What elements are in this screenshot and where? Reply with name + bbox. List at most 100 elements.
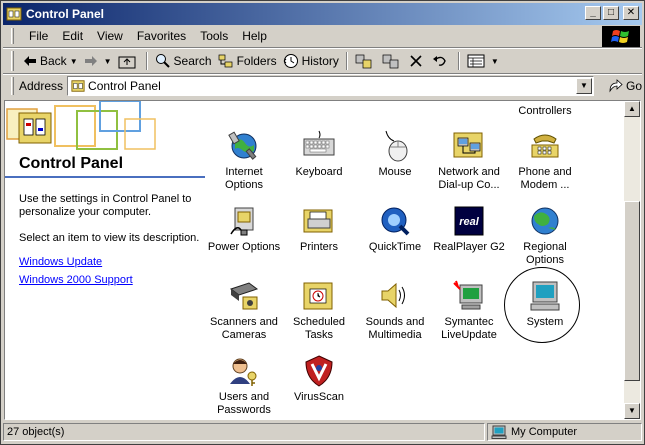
windows-logo: [602, 26, 640, 48]
vertical-scrollbar[interactable]: ▲ ▼: [624, 101, 640, 419]
search-button[interactable]: Search: [152, 50, 215, 72]
zone-panel: My Computer: [487, 423, 642, 441]
page-title: Control Panel: [19, 155, 124, 172]
minimize-button[interactable]: _: [585, 6, 601, 20]
scanners-icon: [229, 282, 259, 310]
cpl-item-scanners[interactable]: Scanners and Cameras: [206, 279, 282, 342]
svg-text:real: real: [459, 216, 480, 228]
title-rule: [5, 176, 205, 178]
item-label: Phone and Modem ...: [518, 166, 572, 191]
search-icon: [155, 54, 170, 68]
hint-text: Select an item to view its description.: [19, 232, 200, 244]
cpl-item-virusscan[interactable]: VirusScan: [281, 354, 357, 404]
cpl-item-regional-options[interactable]: Regional Options: [507, 204, 583, 267]
toolbar-separator: [345, 52, 348, 70]
up-folder-button[interactable]: [115, 50, 142, 72]
item-label: Symantec LiveUpdate: [441, 316, 497, 341]
cpl-item-printers[interactable]: Printers: [281, 204, 357, 254]
views-dropdown-icon[interactable]: ▼: [491, 57, 499, 66]
item-label: Controllers: [518, 105, 572, 117]
item-label: Scheduled Tasks: [293, 316, 345, 341]
views-icon: [467, 54, 485, 68]
menu-favorites[interactable]: Favorites: [130, 29, 193, 43]
item-label: Power Options: [207, 241, 281, 253]
delete-button[interactable]: [406, 50, 429, 72]
cpl-item-quicktime[interactable]: QuickTime: [357, 204, 433, 254]
control-panel-icon: [6, 7, 22, 21]
control-panel-small-icon: [71, 80, 85, 92]
item-label: QuickTime: [368, 241, 422, 253]
toolbar-separator: [457, 52, 460, 70]
windows-flag-icon: [611, 30, 629, 43]
history-label: History: [301, 54, 339, 68]
views-button[interactable]: ▼: [464, 50, 502, 72]
scroll-down-button[interactable]: ▼: [624, 403, 640, 419]
address-value: Control Panel: [88, 79, 161, 93]
cpl-item-realplayer[interactable]: real RealPlayer G2: [431, 204, 507, 254]
back-dropdown-icon[interactable]: ▼: [70, 57, 78, 66]
cpl-item-phone-modem[interactable]: Phone and Modem ...: [507, 129, 583, 192]
menu-file[interactable]: File: [22, 29, 55, 43]
go-label: Go: [625, 79, 642, 93]
my-computer-icon: [491, 425, 507, 439]
folders-button[interactable]: Folders: [215, 50, 280, 72]
mouse-icon: [385, 130, 408, 162]
address-input[interactable]: Control Panel ▼: [67, 76, 594, 96]
toolbar-grip[interactable]: [11, 51, 14, 71]
maximize-button[interactable]: □: [603, 6, 619, 20]
control-panel-banner: [5, 101, 205, 156]
forward-dropdown-icon[interactable]: ▼: [104, 57, 112, 66]
keyboard-icon: [303, 130, 335, 156]
menu-view[interactable]: View: [90, 29, 130, 43]
cpl-item-sounds[interactable]: Sounds and Multimedia: [357, 279, 433, 342]
power-options-icon: [230, 207, 254, 236]
item-label: VirusScan: [294, 391, 344, 403]
move-to-button[interactable]: [352, 50, 379, 72]
cpl-item-scheduled-tasks[interactable]: Scheduled Tasks: [281, 279, 357, 342]
item-label: Regional Options: [523, 241, 567, 266]
object-count: 27 object(s): [3, 423, 485, 441]
scroll-up-button[interactable]: ▲: [624, 101, 640, 117]
delete-x-icon: [410, 55, 422, 67]
cpl-item-internet-options[interactable]: Internet Options: [206, 129, 282, 192]
cpl-item-mouse[interactable]: Mouse: [357, 129, 433, 179]
explorer-window: Control Panel _ □ ✕ File Edit View Favor…: [0, 0, 645, 445]
windows-update-link[interactable]: Windows Update: [19, 256, 102, 268]
cpl-item-liveupdate[interactable]: Symantec LiveUpdate: [431, 279, 507, 342]
history-button[interactable]: History: [280, 50, 342, 72]
cpl-item-controllers[interactable]: Controllers: [507, 105, 583, 118]
cpl-item-power-options[interactable]: Power Options: [206, 204, 282, 254]
copy-to-button[interactable]: [379, 50, 406, 72]
phone-modem-icon: [531, 134, 559, 158]
back-button[interactable]: Back ▼: [20, 50, 81, 72]
cpl-item-network[interactable]: Network and Dial-up Co...: [431, 129, 507, 192]
forward-button[interactable]: ▼: [81, 50, 115, 72]
item-label: Internet Options: [225, 166, 263, 191]
address-dropdown-button[interactable]: ▼: [575, 78, 592, 94]
address-grip[interactable]: [11, 77, 14, 95]
address-bar: Address Control Panel ▼ Go: [3, 75, 642, 97]
menu-tools[interactable]: Tools: [193, 29, 235, 43]
go-arrow-icon: [609, 79, 623, 93]
scroll-thumb[interactable]: [624, 201, 640, 381]
go-button[interactable]: Go: [608, 79, 642, 93]
web-view-pane: Control Panel Use the settings in Contro…: [5, 101, 205, 419]
description-text: Use the settings in Control Panel to per…: [19, 193, 192, 218]
undo-button[interactable]: [429, 50, 454, 72]
back-label: Back: [40, 54, 67, 68]
item-label: Printers: [300, 241, 338, 253]
item-label: Mouse: [378, 166, 412, 178]
windows-2000-support-link[interactable]: Windows 2000 Support: [19, 274, 133, 286]
cpl-item-users[interactable]: Users and Passwords: [206, 354, 282, 417]
item-label: Sounds and Multimedia: [365, 316, 425, 341]
item-label: Network and Dial-up Co...: [438, 166, 500, 191]
menu-edit[interactable]: Edit: [55, 29, 90, 43]
copy-to-icon: [382, 54, 399, 69]
cpl-item-keyboard[interactable]: Keyboard: [281, 129, 357, 179]
title-bar[interactable]: Control Panel _ □ ✕: [3, 3, 642, 25]
undo-icon: [432, 56, 446, 66]
menu-grip[interactable]: [11, 28, 14, 44]
close-button[interactable]: ✕: [623, 6, 639, 20]
menu-help[interactable]: Help: [235, 29, 274, 43]
menu-bar: File Edit View Favorites Tools Help: [3, 26, 603, 46]
